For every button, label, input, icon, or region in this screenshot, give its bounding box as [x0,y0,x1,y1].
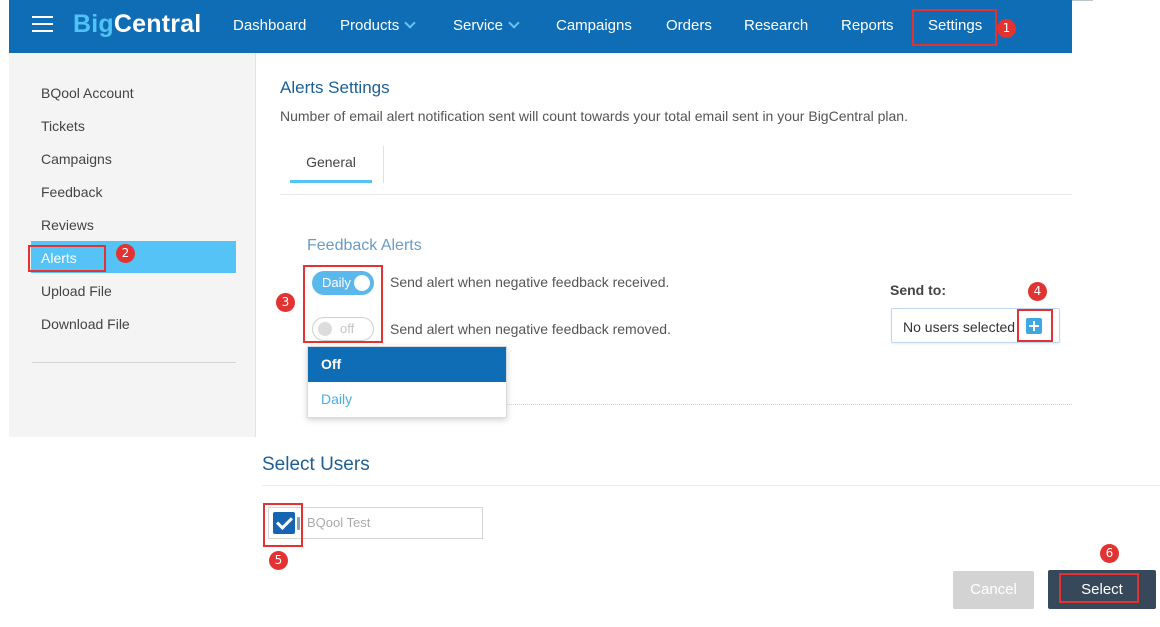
sidebar-item-upload-file[interactable]: Upload File [41,283,112,299]
dropdown-option-daily[interactable]: Daily [308,382,506,417]
sidebar-item-campaigns[interactable]: Campaigns [41,151,112,167]
tab-bar-divider [280,194,1072,195]
chevron-down-icon [508,17,520,29]
brand-logo[interactable]: BigCentral [73,10,201,39]
modal-divider [262,485,1160,486]
sidebar-item-feedback[interactable]: Feedback [41,184,102,200]
user-option-row[interactable]: BQool Test [268,507,483,539]
alert-text-removed: Send alert when negative feedback remove… [390,321,671,337]
frequency-dropdown: Off Daily [307,346,507,418]
send-to-value: No users selected [903,319,1016,335]
dropdown-option-off[interactable]: Off [308,347,506,382]
chevron-down-icon [404,17,416,29]
step-badge-5: 5 [269,551,288,570]
checkbox-checked-icon[interactable] [273,512,295,534]
step-badge-3: 3 [276,293,295,312]
alert-text-received: Send alert when negative feedback receiv… [390,274,670,290]
nav-service-label: Service [453,17,504,34]
user-marker [297,517,300,530]
sidebar-divider [32,362,236,363]
top-navbar: BigCentral Dashboard Products Service Ca… [9,0,1072,53]
sidebar-item-bqool-account[interactable]: BQool Account [41,85,134,101]
sidebar-item-tickets[interactable]: Tickets [41,118,85,134]
page-title: Alerts Settings [280,78,390,97]
send-to-field[interactable]: No users selected [891,308,1060,343]
toggle-knob [354,275,370,291]
nav-products-label: Products [340,17,400,34]
hamburger-menu-icon[interactable] [32,16,53,33]
nav-dashboard[interactable]: Dashboard [233,17,306,34]
toggle-label: off [340,321,355,336]
modal-title: Select Users [262,454,370,475]
select-users-modal: Select Users BQool Test Cancel Select [4,437,1160,627]
send-to-label: Send to: [890,282,946,298]
nav-products[interactable]: Products [340,17,416,34]
feedback-received-toggle[interactable]: Daily [312,271,374,295]
app-window: BigCentral Dashboard Products Service Ca… [0,0,1160,627]
step-badge-6: 6 [1100,544,1119,563]
page-description: Number of email alert notification sent … [280,108,908,124]
nav-settings[interactable]: Settings [928,17,982,34]
section-divider [507,404,1072,405]
cancel-button[interactable]: Cancel [953,571,1034,609]
window-edge [1072,0,1093,1]
logo-central-text: Central [113,10,202,38]
sidebar-item-reviews[interactable]: Reviews [41,217,94,233]
toggle-label: Daily [322,275,351,290]
sidebar-item-download-file[interactable]: Download File [41,316,130,332]
user-name: BQool Test [307,515,371,530]
step-badge-1: 1 [997,19,1016,38]
tab-separator [383,146,384,183]
feedback-removed-toggle[interactable]: off [312,317,374,341]
nav-service[interactable]: Service [453,17,520,34]
feedback-alerts-title: Feedback Alerts [307,237,422,254]
step-badge-2: 2 [116,244,135,263]
nav-campaigns[interactable]: Campaigns [556,17,632,34]
add-user-plus-icon[interactable] [1026,318,1042,334]
tab-general[interactable]: General [290,146,372,183]
nav-orders[interactable]: Orders [666,17,712,34]
select-button[interactable]: Select [1048,570,1156,609]
sidebar-item-alerts[interactable]: Alerts [41,250,77,266]
toggle-knob [318,322,332,336]
nav-research[interactable]: Research [744,17,808,34]
logo-big-text: Big [73,10,114,38]
nav-reports[interactable]: Reports [841,17,894,34]
step-badge-4: 4 [1028,282,1047,301]
